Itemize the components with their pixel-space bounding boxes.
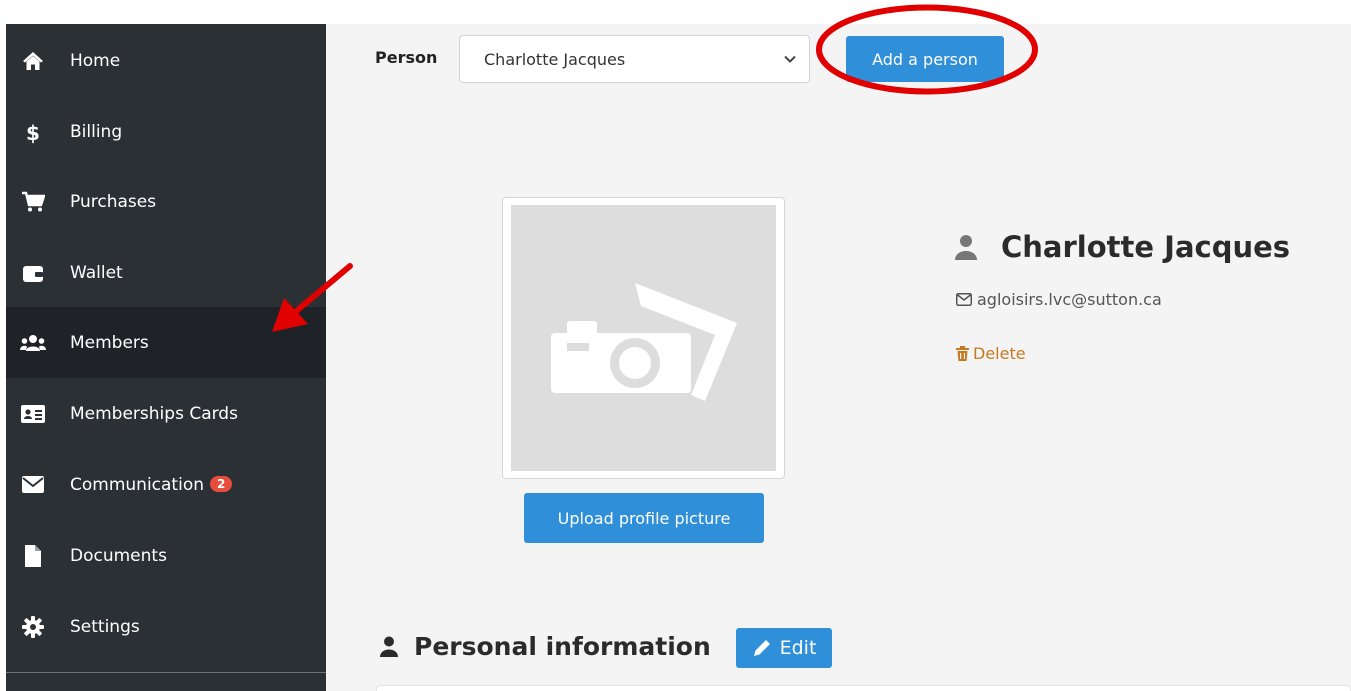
profile-picture-placeholder — [511, 205, 776, 471]
sidebar-item-documents[interactable]: Documents — [6, 520, 326, 591]
profile-heading: Charlotte Jacques — [955, 230, 1290, 264]
sidebar-item-label: Purchases — [70, 191, 157, 212]
svg-text:$: $ — [26, 121, 40, 144]
personal-information-heading: Personal information — [380, 632, 711, 661]
upload-profile-picture-button[interactable]: Upload profile picture — [524, 493, 764, 543]
person-select[interactable]: Charlotte Jacques — [459, 35, 810, 83]
sidebar-item-label: Home — [70, 50, 121, 71]
id-card-icon — [20, 401, 46, 427]
sidebar-item-label: Memberships Cards — [70, 403, 238, 424]
sidebar-item-home[interactable]: Home — [6, 25, 326, 96]
cart-icon — [20, 189, 46, 215]
personal-info-card — [376, 685, 1351, 691]
chevron-down-icon — [784, 55, 796, 63]
pencil-icon — [753, 640, 770, 656]
profile-email: agloisirs.lvc@sutton.ca — [977, 290, 1162, 309]
sidebar-item-label-wrap: Communication 2 — [70, 474, 233, 495]
wallet-icon — [20, 260, 46, 286]
file-icon — [20, 543, 46, 569]
edit-label: Edit — [779, 637, 817, 659]
dollar-icon: $ — [20, 119, 46, 145]
sidebar-item-communication[interactable]: Communication 2 — [6, 449, 326, 520]
profile-picture-frame — [502, 197, 785, 479]
sidebar-item-memberships-cards[interactable]: Memberships Cards — [6, 378, 326, 449]
section-title: Personal information — [414, 632, 711, 661]
user-icon — [380, 636, 398, 657]
envelope-outline-icon — [956, 293, 972, 306]
gear-icon — [20, 614, 46, 640]
person-label: Person — [375, 48, 438, 67]
sidebar-item-purchases[interactable]: Purchases — [6, 166, 326, 237]
sidebar-item-label: Settings — [70, 616, 140, 637]
trash-icon — [956, 346, 969, 361]
sidebar-item-billing[interactable]: $ Billing — [6, 96, 326, 167]
user-icon — [955, 235, 977, 260]
sidebar-divider — [6, 672, 326, 673]
delete-person-link[interactable]: Delete — [956, 344, 1026, 363]
sidebar-item-label: Wallet — [70, 262, 123, 283]
sidebar-item-label: Billing — [70, 121, 123, 142]
person-select-value: Charlotte Jacques — [484, 49, 626, 69]
camera-photo-icon — [551, 283, 737, 401]
main-content — [326, 0, 1351, 691]
sidebar-item-label: Communication — [70, 474, 204, 495]
sidebar-item-label: Members — [70, 332, 149, 353]
annotation-arrow — [272, 263, 353, 332]
unread-count-badge: 2 — [210, 475, 233, 492]
sidebar-item-label: Documents — [70, 545, 167, 566]
annotation-circle — [816, 4, 1038, 95]
profile-name: Charlotte Jacques — [1001, 230, 1291, 264]
sidebar-item-settings[interactable]: Settings — [6, 591, 326, 662]
edit-personal-info-button[interactable]: Edit — [736, 628, 832, 668]
delete-label: Delete — [973, 344, 1026, 363]
sidebar: Home $ Billing Purchases Wallet Members … — [6, 24, 326, 691]
profile-email-row: agloisirs.lvc@sutton.ca — [956, 290, 1162, 309]
envelope-icon — [20, 472, 46, 498]
home-icon — [20, 48, 46, 74]
users-icon — [20, 330, 46, 356]
